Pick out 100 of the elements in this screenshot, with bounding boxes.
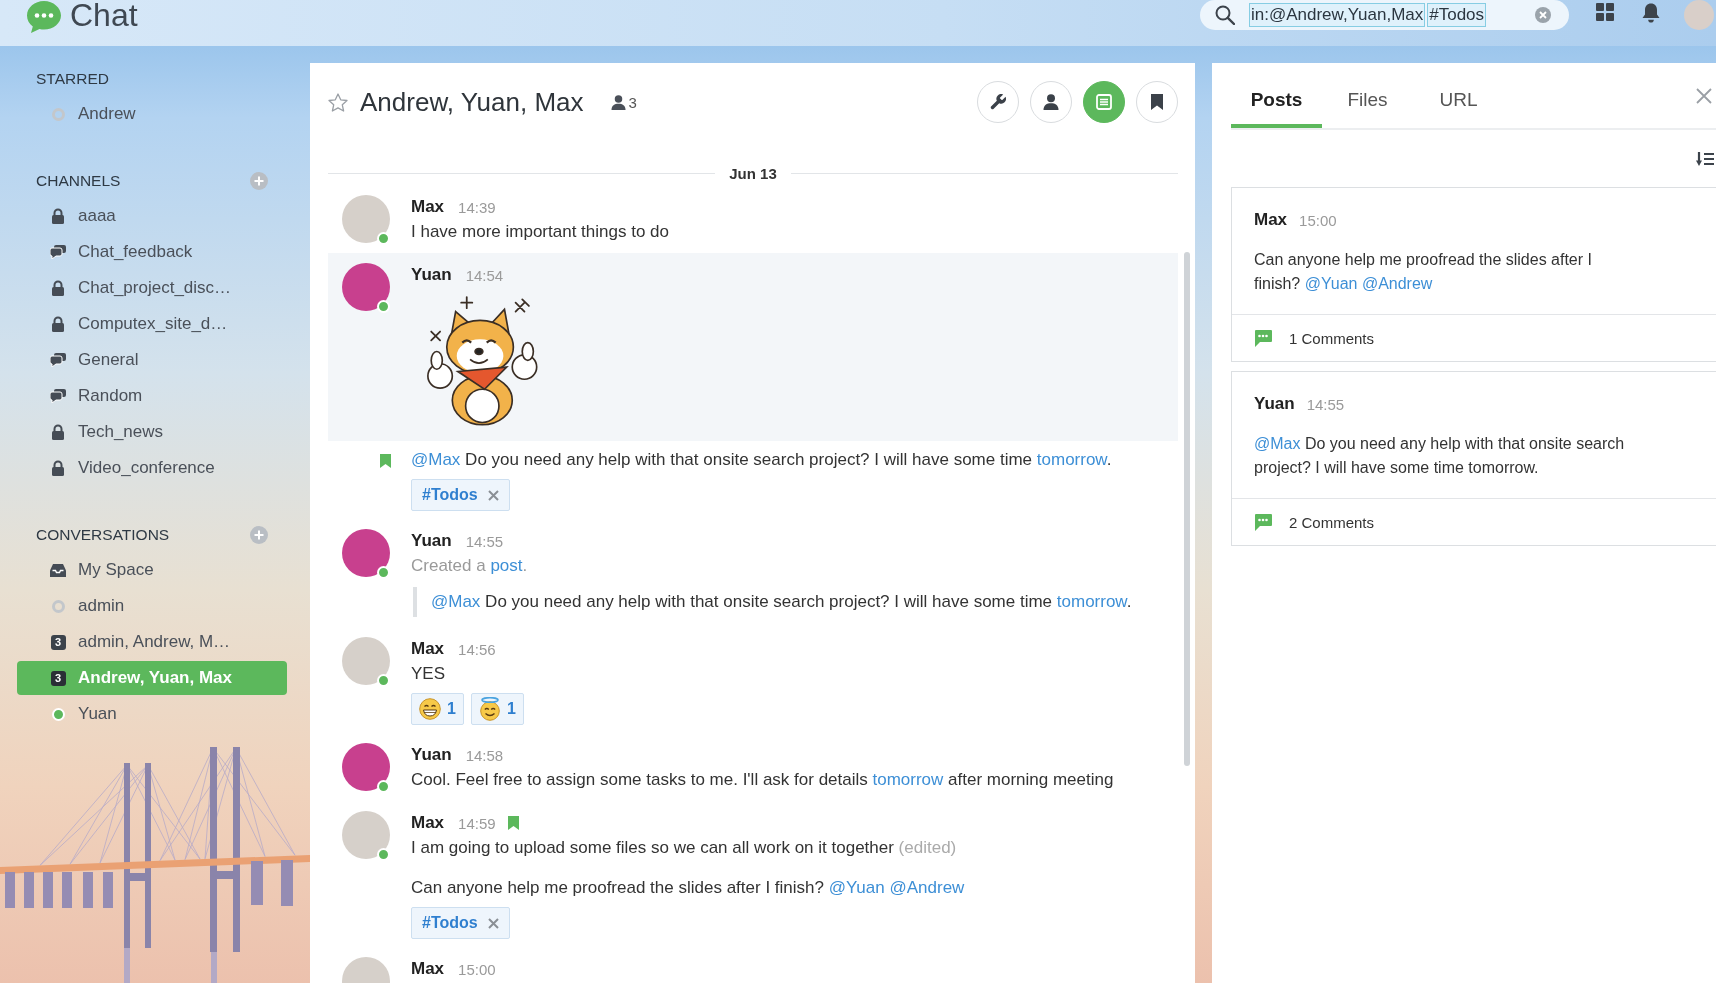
section-heading: CHANNELS: [36, 172, 121, 190]
tag-chip[interactable]: #Todos: [411, 479, 510, 511]
tab[interactable]: Posts: [1231, 63, 1322, 128]
list-icon: [1096, 94, 1112, 110]
bell-icon[interactable]: [1642, 3, 1660, 23]
sidebar-item[interactable]: 3 admin, Andrew, M…: [17, 625, 287, 659]
message-text: @Max Do you need any help with that onsite search project? I will have some time tomorrow.: [411, 449, 1113, 471]
bookmark-icon: [1151, 94, 1163, 110]
lock-icon: [51, 424, 65, 440]
text-link[interactable]: tomorrow: [872, 770, 944, 789]
sidebar-item[interactable]: Tech_news: [17, 415, 287, 449]
sidebar-item[interactable]: Chat_project_disc…: [17, 271, 287, 305]
quoted-message: @Max Do you need any help with that onsite search project? I will have some time tomorrow.: [413, 587, 1168, 617]
message-text: I have more important things to do: [411, 221, 670, 243]
sidebar-item[interactable]: General: [17, 343, 287, 377]
conversation-title: Andrew, Yuan, Max: [360, 86, 584, 118]
text-link[interactable]: tomorrow: [1056, 592, 1127, 611]
lock-icon: [51, 460, 65, 476]
search-icon: [1215, 5, 1235, 25]
author-name: Max: [1254, 210, 1288, 230]
halo-face-icon: [478, 697, 501, 721]
members-button[interactable]: [1030, 81, 1072, 123]
sidebar-item[interactable]: My Space: [17, 553, 287, 587]
sidebar-item[interactable]: Video_conference: [17, 451, 287, 485]
comment-icon: [1254, 329, 1272, 347]
section-heading: STARRED: [36, 70, 109, 88]
search-field[interactable]: in:@Andrew,Yuan,Max #Todos: [1200, 0, 1569, 30]
message-time: 14:56: [458, 640, 496, 658]
sidebar-item[interactable]: admin: [17, 589, 287, 623]
message-time: 14:39: [458, 198, 496, 216]
mention-link[interactable]: @Max: [431, 592, 481, 611]
tab[interactable]: Files: [1322, 63, 1413, 128]
add-icon[interactable]: [250, 172, 268, 190]
sidebar-item[interactable]: Chat_feedback: [17, 235, 287, 269]
author-name: Max: [411, 639, 445, 659]
sort-icon[interactable]: [1696, 151, 1714, 166]
tag-chip[interactable]: #Todos: [411, 907, 510, 939]
sidebar-item[interactable]: Computex_site_d…: [17, 307, 287, 341]
author-name: Max: [411, 197, 445, 217]
sidebar-item[interactable]: Andrew: [17, 97, 287, 131]
text-link[interactable]: post: [490, 556, 523, 575]
add-icon[interactable]: [250, 526, 268, 544]
post-time: 14:55: [1306, 395, 1345, 413]
member-count-badge: 3: [50, 634, 66, 650]
chat-bubbles-icon: [50, 353, 66, 367]
message-text: Created a post.: [411, 555, 529, 577]
tab[interactable]: URL: [1413, 63, 1504, 128]
close-icon[interactable]: [1696, 87, 1712, 104]
mention-link[interactable]: @Max: [1254, 435, 1301, 452]
reaction-button[interactable]: 1: [411, 693, 464, 725]
wrench-icon: [990, 94, 1006, 110]
chat-bubbles-icon: [50, 245, 66, 259]
sidebar-item[interactable]: 3 Andrew, Yuan, Max: [17, 661, 287, 695]
message-time: 14:54: [465, 266, 504, 284]
message-time: 14:59: [458, 814, 496, 832]
message-text: YES: [411, 663, 447, 685]
sidebar-item[interactable]: aaaa: [17, 199, 287, 233]
author-name: Yuan: [411, 265, 452, 285]
author-name: Yuan: [411, 531, 452, 551]
post-time: 15:00: [1299, 211, 1337, 229]
message-time: 15:00: [458, 960, 496, 978]
section-heading: CONVERSATIONS: [36, 526, 170, 544]
comments-link[interactable]: 2 Comments: [1289, 513, 1375, 531]
author-name: Max: [411, 959, 445, 979]
mention-link[interactable]: @Andrew: [1361, 275, 1433, 292]
member-count: 3: [628, 93, 637, 111]
mention-link[interactable]: @Yuan: [828, 878, 885, 897]
grid-icon[interactable]: [1596, 3, 1614, 21]
lock-icon: [51, 280, 65, 296]
message-text: Cool. Feel free to assign some tasks to me. I'll ask for details tomorrow after morning meeting: [411, 769, 1115, 791]
reaction-button[interactable]: 1: [470, 693, 524, 725]
mention-link[interactable]: @Max: [411, 450, 461, 469]
chat-bubbles-icon: [50, 389, 66, 403]
post-text: Can anyone help me proofread the slides after I finish? @Yuan @Andrew: [1254, 250, 1593, 294]
mention-link[interactable]: @Yuan: [1304, 275, 1358, 292]
message-text: Can anyone help me proofread the slides after I finish? @Yuan @Andrew: [411, 877, 966, 899]
grinning-face-icon: [419, 698, 441, 720]
chat-logo-icon[interactable]: [26, 0, 62, 34]
bookmarks-button[interactable]: [1136, 81, 1178, 123]
remove-icon[interactable]: [487, 489, 499, 501]
scrollbar-thumb[interactable]: [1183, 252, 1190, 766]
lock-icon: [51, 208, 65, 224]
star-icon[interactable]: [328, 92, 348, 112]
member-count-badge: 3: [50, 670, 66, 686]
posts-button[interactable]: [1083, 81, 1125, 123]
comments-link[interactable]: 1 Comments: [1289, 329, 1375, 347]
settings-button[interactable]: [977, 81, 1019, 123]
comment-icon: [1254, 513, 1272, 531]
sidebar-item[interactable]: Yuan: [17, 697, 287, 731]
message-time: 14:55: [465, 532, 504, 550]
mention-link[interactable]: @Andrew: [889, 878, 965, 897]
search-token: in:@Andrew,Yuan,Max: [1249, 3, 1426, 27]
date-label: Jun 13: [729, 164, 777, 182]
clear-icon[interactable]: [1535, 7, 1551, 23]
text-link[interactable]: tomorrow: [1036, 450, 1107, 469]
remove-icon[interactable]: [487, 917, 499, 929]
person-icon: [610, 94, 626, 110]
search-token: #Todos: [1427, 3, 1487, 27]
sidebar-item[interactable]: Random: [17, 379, 287, 413]
app-title: Chat: [70, 0, 138, 30]
